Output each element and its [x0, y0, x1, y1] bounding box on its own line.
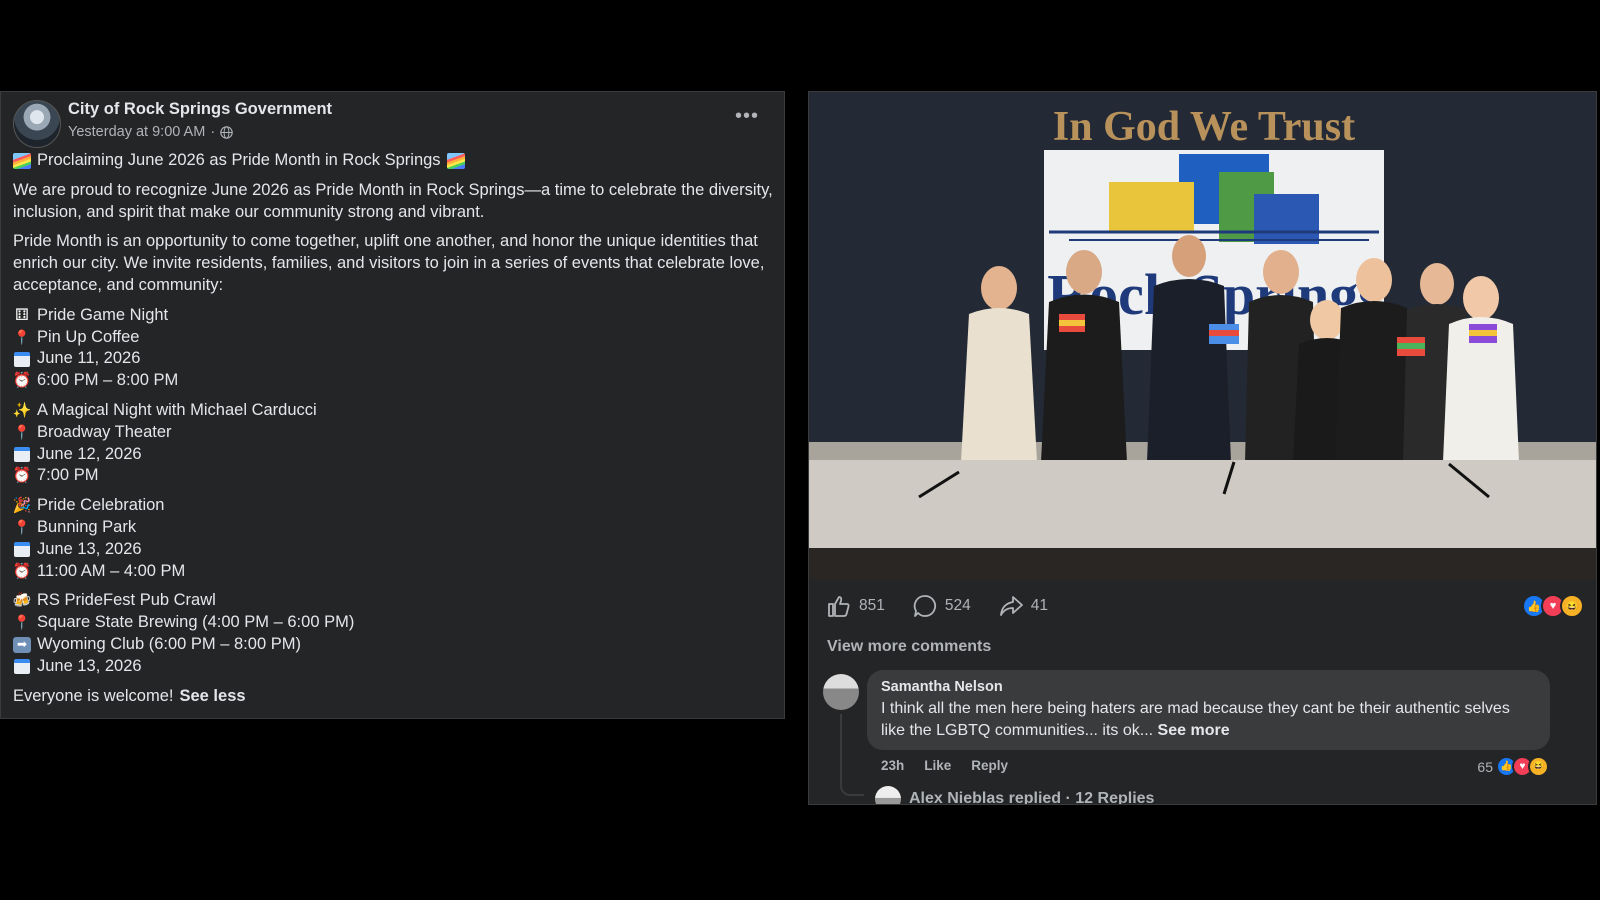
- event-title: RS PrideFest Pub Crawl: [37, 591, 216, 610]
- comment-author[interactable]: Samantha Nelson: [881, 679, 1536, 695]
- event-location: Pin Up Coffee: [37, 327, 140, 346]
- post-closing: Everyone is welcome! See less: [13, 686, 773, 708]
- comment-count: 524: [944, 597, 971, 614]
- round-pushpin-icon: 📍: [13, 518, 31, 535]
- event-time: 11:00 AM – 4:00 PM: [37, 561, 186, 580]
- post-header: City of Rock Springs Government Yesterda…: [13, 98, 773, 148]
- post-headline: Proclaiming June 2026 as Pride Month in …: [13, 150, 773, 172]
- closing-text: Everyone is welcome!: [13, 686, 174, 705]
- right-arrow-icon: ➡: [13, 636, 31, 653]
- haha-reaction-icon: 😆: [1560, 594, 1584, 618]
- comment-age[interactable]: 23h: [881, 758, 904, 773]
- alarm-clock-icon: ⏰: [12, 467, 32, 485]
- party-popper-icon: 🎉: [12, 497, 32, 515]
- share-arrow-icon: [999, 596, 1023, 616]
- see-less-link[interactable]: See less: [179, 686, 245, 708]
- replies-text: Alex Nieblas replied · 12 Replies: [909, 790, 1155, 805]
- event-item: ⚅ Pride Game Night 📍 Pin Up Coffee June 11…: [13, 305, 773, 392]
- event-item: ✨ A Magical Night with Michael Carducci 📍…: [13, 400, 773, 487]
- sparkles-icon: ✨: [12, 401, 32, 419]
- round-pushpin-icon: 📍: [13, 328, 31, 345]
- post-timestamp[interactable]: Yesterday at 9:00 AM: [68, 124, 205, 140]
- engagement-bar: 851 524 41: [827, 592, 1048, 620]
- alarm-clock-icon: ⏰: [12, 562, 32, 580]
- share-button[interactable]: 41: [999, 595, 1048, 617]
- event-item: 🎉 Pride Celebration 📍 Bunning Park June 13…: [13, 495, 773, 582]
- event-item: 🍻 RS PrideFest Pub Crawl 📍 Square State Br…: [13, 590, 773, 677]
- event-location-2: Wyoming Club (6:00 PM – 8:00 PM): [37, 634, 301, 653]
- event-time: 7:00 PM: [37, 466, 99, 485]
- calendar-icon: [14, 446, 30, 462]
- commenter-avatar[interactable]: [823, 674, 859, 710]
- calendar-icon: [14, 542, 30, 558]
- round-pushpin-icon: 📍: [13, 423, 31, 440]
- post-card: City of Rock Springs Government Yesterda…: [0, 91, 785, 719]
- post-paragraph: We are proud to recognize June 2026 as P…: [13, 180, 773, 221]
- event-location: Broadway Theater: [37, 422, 172, 441]
- event-title: Pride Game Night: [37, 305, 169, 324]
- replier-avatar: [875, 786, 901, 804]
- motto-text: In God We Trust: [1053, 104, 1355, 150]
- alarm-clock-icon: ⏰: [12, 372, 32, 390]
- post-media-panel: In God We Trust Rock Springs 851 524 41 …: [808, 91, 1597, 805]
- post-photo[interactable]: In God We Trust Rock Springs: [809, 92, 1596, 580]
- view-more-comments-link[interactable]: View more comments: [827, 638, 991, 656]
- meta-separator: ·: [210, 124, 216, 140]
- post-body: Proclaiming June 2026 as Pride Month in …: [13, 150, 773, 707]
- event-date: June 13, 2026: [37, 539, 142, 558]
- haha-reaction-icon: 😆: [1528, 756, 1549, 777]
- more-options-button[interactable]: •••: [735, 106, 759, 126]
- view-replies-link[interactable]: Alex Nieblas replied · 12 Replies: [875, 786, 1155, 805]
- event-date: June 11, 2026: [37, 349, 141, 368]
- comment-button[interactable]: 524: [913, 594, 971, 618]
- event-time: 6:00 PM – 8:00 PM: [37, 371, 179, 390]
- calendar-icon: [14, 659, 30, 675]
- rainbow-flag-icon: [13, 152, 31, 169]
- see-more-link[interactable]: See more: [1158, 722, 1230, 739]
- share-count: 41: [1030, 597, 1048, 614]
- reaction-summary[interactable]: 👍 ♥ 😆: [1522, 594, 1584, 618]
- comment-meta: 23h Like Reply: [881, 758, 1008, 773]
- photo-illustration: In God We Trust Rock Springs: [809, 92, 1596, 580]
- beer-mugs-icon: 🍻: [12, 592, 32, 610]
- thumbs-up-icon: [828, 596, 850, 617]
- comment-bubble-icon: [913, 595, 936, 617]
- game-die-icon: ⚅: [15, 306, 29, 324]
- event-title: Pride Celebration: [37, 496, 165, 515]
- event-date: June 13, 2026: [37, 656, 142, 675]
- round-pushpin-icon: 📍: [13, 614, 31, 631]
- event-date: June 12, 2026: [37, 444, 142, 463]
- rainbow-flag-icon: [446, 152, 465, 169]
- event-title: A Magical Night with Michael Carducci: [37, 400, 317, 419]
- calendar-icon: [14, 351, 30, 367]
- comment-text: I think all the men here being haters ar…: [881, 698, 1536, 742]
- event-location: Bunning Park: [37, 517, 137, 536]
- post-paragraph: Pride Month is an opportunity to come to…: [13, 232, 765, 294]
- like-count: 851: [859, 597, 885, 614]
- comment-like-button[interactable]: Like: [924, 758, 951, 773]
- headline-text: Proclaiming June 2026 as Pride Month in …: [37, 151, 441, 169]
- page-name[interactable]: City of Rock Springs Government: [68, 100, 332, 119]
- reply-thread-line: [840, 714, 864, 796]
- event-location: Square State Brewing (4:00 PM – 6:00 PM): [37, 613, 355, 632]
- post-meta: Yesterday at 9:00 AM ·: [68, 124, 233, 140]
- comment-bubble: Samantha Nelson I think all the men here…: [867, 670, 1550, 750]
- like-button[interactable]: 851: [827, 595, 885, 617]
- globe-icon: [220, 125, 233, 139]
- comment-reply-button[interactable]: Reply: [971, 758, 1008, 773]
- comment-reactions[interactable]: 65 👍 ♥ 😆: [1477, 756, 1549, 777]
- comment-reaction-count: 65: [1477, 758, 1493, 775]
- page-avatar[interactable]: [13, 100, 61, 148]
